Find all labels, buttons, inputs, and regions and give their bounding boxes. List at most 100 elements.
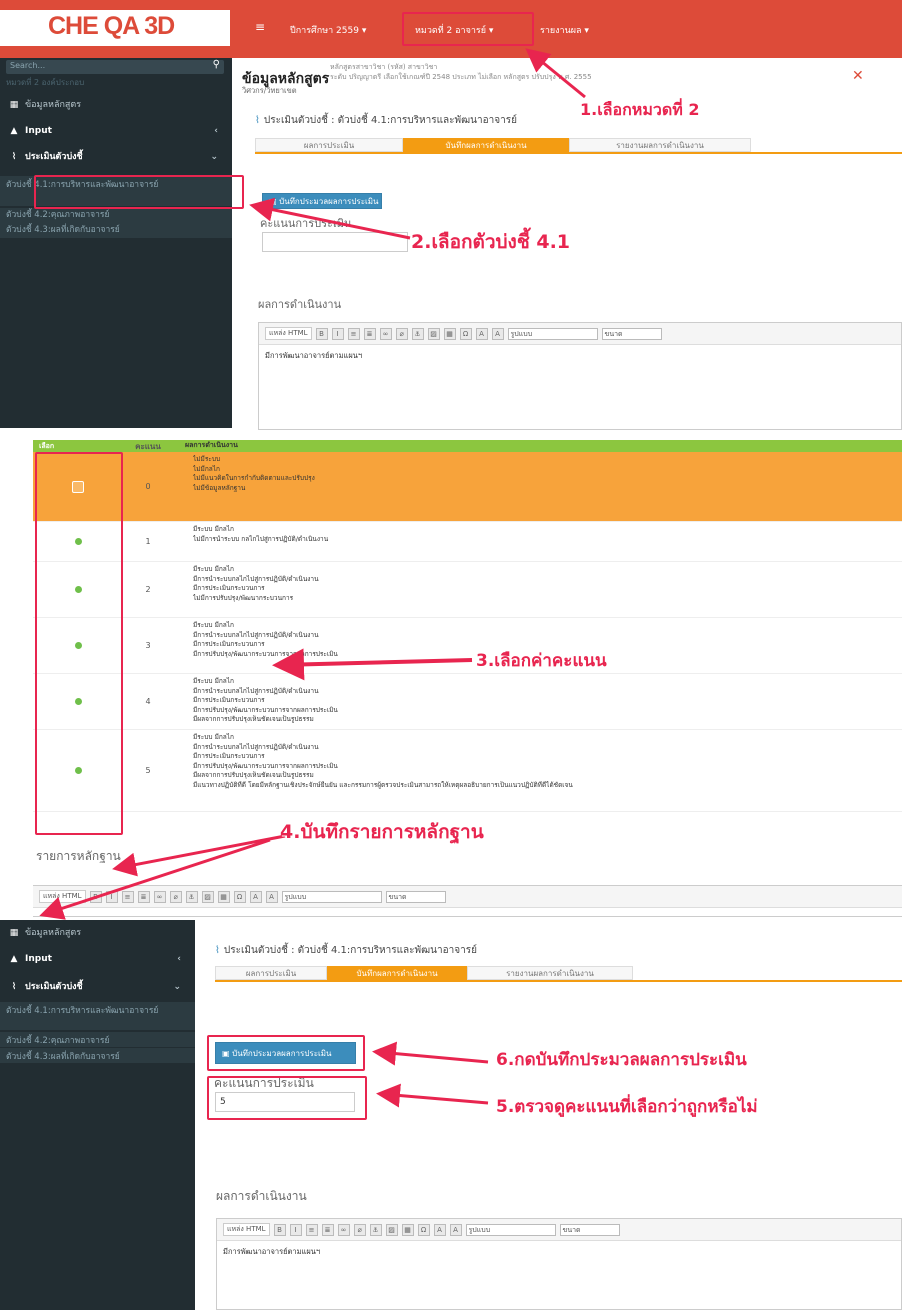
bg-color-icon[interactable]: A [449, 1223, 462, 1236]
unlink-icon[interactable]: ⌀ [169, 890, 182, 903]
evidence-editor[interactable]: แหล่ง HTML B I ≡ ≣ ∞ ⌀ ⚓ ▨ ▦ Ω A A รูปแบ… [33, 885, 902, 917]
report-menu[interactable]: รายงานผล ▾ [540, 23, 589, 37]
style-select[interactable]: รูปแบบ [281, 890, 382, 903]
text-color-icon[interactable]: A [475, 327, 488, 340]
sidebar-sub-4-3[interactable]: ตัวบ่งชี้ 4.3:ผลที่เกิดกับอาจารย์ [0, 1048, 195, 1063]
image-icon[interactable]: ▨ [427, 327, 440, 340]
ordered-list-icon[interactable]: ≡ [305, 1223, 318, 1236]
highlight-save-button [207, 1035, 365, 1071]
rubric-row[interactable]: 3 มีระบบ มีกลไกมีการนำระบบกลไกไปสู่การปฏิ… [33, 618, 902, 674]
sidebar-item-input[interactable]: ▲ Input ‹ [0, 120, 232, 142]
bg-color-icon[interactable]: A [491, 327, 504, 340]
special-char-icon[interactable]: Ω [459, 327, 472, 340]
rubric-row[interactable]: 4 มีระบบ มีกลไกมีการนำระบบกลไกไปสู่การปฏิ… [33, 674, 902, 730]
table-icon[interactable]: ▦ [217, 890, 230, 903]
tab-report[interactable]: รายงานผลการดำเนินงาน [569, 138, 751, 152]
bullet-list-icon[interactable]: ≣ [363, 327, 376, 340]
size-select[interactable]: ขนาด [559, 1223, 620, 1236]
sidebar-sub-4-2[interactable]: ตัวบ่งชี้ 4.2:คุณภาพอาจารย์ [0, 208, 232, 223]
rubric-row[interactable]: 0 ไม่มีระบบไม่มีกลไกไม่มีแนวคิดในการกำกับ… [33, 452, 902, 522]
bold-icon[interactable]: B [89, 890, 102, 903]
editor-content[interactable]: มีการพัฒนาอาจารย์ตามแผนฯ [259, 345, 901, 367]
source-html-button[interactable]: แหล่ง HTML [39, 890, 86, 903]
sidebar-item-label: ประเมินตัวบ่งชี้ [25, 152, 83, 162]
italic-icon[interactable]: I [289, 1223, 302, 1236]
year-menu[interactable]: ปีการศึกษา 2559 ▾ [290, 23, 366, 37]
result-editor[interactable]: แหล่ง HTML B I ≡ ≣ ∞ ⌀ ⚓ ▨ ▦ Ω A A รูปแบ… [216, 1218, 902, 1310]
source-html-button[interactable]: แหล่ง HTML [265, 327, 312, 340]
rubric-row[interactable]: 2 มีระบบ มีกลไกมีการนำระบบกลไกไปสู่การปฏิ… [33, 562, 902, 618]
style-select[interactable]: รูปแบบ [507, 327, 598, 340]
search-box[interactable]: Search... ⚲ [6, 59, 224, 74]
style-select[interactable]: รูปแบบ [465, 1223, 556, 1236]
italic-icon[interactable]: I [105, 890, 118, 903]
special-char-icon[interactable]: Ω [233, 890, 246, 903]
editor-content[interactable]: มีการพัฒนาอาจารย์ตามแผนฯ [217, 1241, 901, 1263]
bold-icon[interactable]: B [273, 1223, 286, 1236]
bullet-list-icon[interactable]: ≣ [321, 1223, 334, 1236]
anchor-icon[interactable]: ⚓ [411, 327, 424, 340]
search-icon[interactable]: ⚲ [213, 59, 220, 70]
tab-bar-bottom: ผลการประเมิน บันทึกผลการดำเนินงาน รายงาน… [215, 966, 633, 980]
tab-record[interactable]: บันทึกผลการดำเนินงาน [403, 138, 569, 152]
criteria-item: ไม่มีข้อมูลหลักฐาน [193, 484, 898, 494]
unlink-icon[interactable]: ⌀ [353, 1223, 366, 1236]
link-icon[interactable]: ∞ [337, 1223, 350, 1236]
criteria-item: มีระบบ มีกลไก [193, 677, 898, 687]
bold-icon[interactable]: B [315, 327, 328, 340]
rubric-header: เลือก คะแนน ผลการดำเนินงาน [33, 440, 902, 452]
link-icon[interactable]: ∞ [153, 890, 166, 903]
result-editor[interactable]: แหล่ง HTML B I ≡ ≣ ∞ ⌀ ⚓ ▨ ▦ Ω A A รูปแบ… [258, 322, 902, 430]
close-icon[interactable]: ✕ [852, 68, 864, 84]
anchor-icon[interactable]: ⚓ [369, 1223, 382, 1236]
score-field[interactable] [262, 232, 408, 252]
sidebar-item-course[interactable]: ▦ ข้อมูลหลักสูตร [0, 94, 232, 116]
sidebar-sub-4-2[interactable]: ตัวบ่งชี้ 4.2:คุณภาพอาจารย์ [0, 1032, 195, 1047]
ordered-list-icon[interactable]: ≡ [121, 890, 134, 903]
sidebar-item-input[interactable]: ▲ Input ‹ [0, 948, 195, 970]
size-select[interactable]: ขนาด [385, 890, 446, 903]
sidebar-sub-4-1[interactable]: ตัวบ่งชี้ 4.1:การบริหารและพัฒนาอาจารย์ [0, 1002, 195, 1030]
criteria-item: มีระบบ มีกลไก [193, 565, 898, 575]
tab-results[interactable]: ผลการประเมิน [255, 138, 403, 152]
special-char-icon[interactable]: Ω [417, 1223, 430, 1236]
tab-report[interactable]: รายงานผลการดำเนินงาน [467, 966, 633, 980]
logo[interactable]: CHE QA 3D [0, 10, 230, 46]
hamburger-icon[interactable]: ≡ [255, 20, 265, 34]
bullet-list-icon[interactable]: ≣ [137, 890, 150, 903]
criteria-list: ไม่มีระบบไม่มีกลไกไม่มีแนวคิดในการกำกับต… [173, 452, 902, 521]
text-color-icon[interactable]: A [433, 1223, 446, 1236]
sidebar-item-evaluate[interactable]: ⌇ ประเมินตัวบ่งชี้ ⌄ [0, 976, 195, 998]
image-icon[interactable]: ▨ [201, 890, 214, 903]
table-icon[interactable]: ▦ [401, 1223, 414, 1236]
criteria-list: มีระบบ มีกลไกมีการนำระบบกลไกไปสู่การปฏิบ… [173, 674, 902, 729]
logo-text: CHE QA 3D [48, 12, 175, 40]
size-select[interactable]: ขนาด [601, 327, 662, 340]
sidebar-sub-4-3[interactable]: ตัวบ่งชี้ 4.3:ผลที่เกิดกับอาจารย์ [0, 223, 232, 238]
unlink-icon[interactable]: ⌀ [395, 327, 408, 340]
score-value: 3 [145, 641, 151, 650]
image-icon[interactable]: ▨ [385, 1223, 398, 1236]
italic-icon[interactable]: I [331, 327, 344, 340]
highlight-indicator-4-1 [34, 175, 244, 209]
anchor-icon[interactable]: ⚓ [185, 890, 198, 903]
table-icon[interactable]: ▦ [443, 327, 456, 340]
ordered-list-icon[interactable]: ≡ [347, 327, 360, 340]
sidebar-item-label: Input [25, 954, 52, 964]
tab-results[interactable]: ผลการประเมิน [215, 966, 327, 980]
tab-record[interactable]: บันทึกผลการดำเนินงาน [327, 966, 467, 980]
score-label: คะแนนการประเมิน [260, 217, 352, 230]
criteria-item: มีแนวทางปฏิบัติที่ดี โดยมีหลักฐานเชิงประ… [193, 781, 898, 791]
criteria-item: มีระบบ มีกลไก [193, 525, 898, 535]
rubric-row[interactable]: 1 มีระบบ มีกลไกไม่มีการนำระบบ กลไกไปสู่กา… [33, 522, 902, 562]
sidebar-item-evaluate[interactable]: ⌇ ประเมินตัวบ่งชี้ ⌄ [0, 146, 232, 168]
link-icon[interactable]: ∞ [379, 327, 392, 340]
source-html-button[interactable]: แหล่ง HTML [223, 1223, 270, 1236]
rubric-row[interactable]: 5 มีระบบ มีกลไกมีการนำระบบกลไกไปสู่การปฏิ… [33, 730, 902, 812]
save-evaluation-button[interactable]: ▣ บันทึกประมวลผลการประเมิน [262, 193, 382, 209]
save-icon: ▣ [269, 197, 280, 206]
bg-color-icon[interactable]: A [265, 890, 278, 903]
score-value: 1 [145, 537, 151, 546]
text-color-icon[interactable]: A [249, 890, 262, 903]
sidebar-item-course[interactable]: ▦ ข้อมูลหลักสูตร [0, 922, 195, 944]
